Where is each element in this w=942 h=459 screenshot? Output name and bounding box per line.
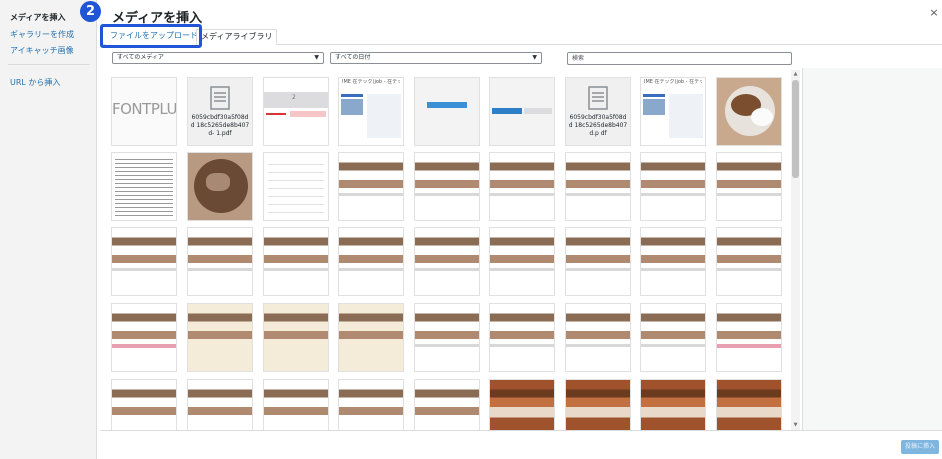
attachment-pdf[interactable]: 6059cbdf30a5f08dd 18c5265de8b407d- 1.pdf	[187, 77, 253, 146]
attachment-scanned-document[interactable]	[111, 152, 177, 221]
attachment-pdf[interactable]: 6059cbdf30a5f08dd 18c5265de8b407d.p df	[565, 77, 631, 146]
attachment-details-sidebar	[802, 68, 942, 430]
attachment-thumbnail[interactable]: FONTPLU	[111, 77, 177, 146]
attachment-page-screenshot[interactable]	[640, 379, 706, 430]
attachment-page-screenshot[interactable]	[640, 227, 706, 296]
attachment-page-screenshot[interactable]	[338, 227, 404, 296]
attachment-page-screenshot[interactable]	[111, 379, 177, 430]
media-modal: メディアを挿入 ギャラリーを作成 アイキャッチ画像 URL から挿入 2 メディ…	[0, 0, 942, 459]
search-input[interactable]: 検索	[567, 52, 792, 65]
attachment-page-screenshot[interactable]	[187, 379, 253, 430]
menu-item-insert-from-url[interactable]: URL から挿入	[10, 77, 60, 88]
attachment-page-screenshot[interactable]	[414, 227, 480, 296]
attachment-page-screenshot[interactable]	[565, 379, 631, 430]
attachment-page-screenshot[interactable]	[716, 303, 782, 372]
attachment-page-screenshot[interactable]	[716, 227, 782, 296]
attachment-thumbnail[interactable]: 2	[263, 77, 329, 146]
attachment-photo[interactable]	[716, 77, 782, 146]
attachments-grid: FONTPLU 6059cbdf30a5f08dd 18c5265de8b407…	[100, 68, 802, 430]
date-filter[interactable]: すべての日付 ▼	[330, 52, 542, 64]
attachment-page-screenshot[interactable]	[565, 303, 631, 372]
attachment-page-screenshot[interactable]	[263, 303, 329, 372]
attachment-filename: 6059cbdf30a5f08dd 18c5265de8b407d.p df	[568, 114, 628, 137]
menu-item-create-gallery[interactable]: ギャラリーを作成	[10, 29, 74, 40]
attachments-scrollbar[interactable]: ▲ ▼	[791, 70, 800, 430]
attachment-page-screenshot[interactable]	[489, 303, 555, 372]
attachment-thumbnail[interactable]: IME 在テック(job - 在テック/り パターン02	[338, 77, 404, 146]
thumbnail-caption: IME 在テック(job - 在テック/り パターン02	[342, 79, 400, 85]
attachment-page-screenshot[interactable]	[565, 227, 631, 296]
media-type-filter[interactable]: すべてのメディア ▼	[112, 52, 324, 64]
attachment-page-screenshot[interactable]	[489, 379, 555, 430]
attachment-page-screenshot[interactable]	[187, 303, 253, 372]
attachment-page-screenshot[interactable]	[716, 379, 782, 430]
step-number-badge: 2	[80, 1, 101, 22]
date-filter-value: すべての日付	[335, 54, 371, 61]
attachment-page-screenshot[interactable]	[338, 379, 404, 430]
attachment-page-screenshot[interactable]	[414, 303, 480, 372]
attachment-form-screenshot[interactable]	[263, 152, 329, 221]
attachment-page-screenshot[interactable]	[111, 303, 177, 372]
insert-into-post-button[interactable]: 投稿に挿入	[901, 440, 939, 454]
attachment-thumbnail[interactable]: IME 在テック(job - 在テック/り パターン02	[640, 77, 706, 146]
attachment-page-screenshot[interactable]	[640, 152, 706, 221]
attachment-page-screenshot[interactable]	[489, 227, 555, 296]
attachment-page-screenshot[interactable]	[640, 303, 706, 372]
attachment-page-screenshot[interactable]	[263, 379, 329, 430]
document-icon	[210, 86, 230, 110]
attachment-filename: 6059cbdf30a5f08dd 18c5265de8b407d- 1.pdf	[190, 114, 250, 137]
attachment-thumbnail[interactable]	[489, 77, 555, 146]
attachment-page-screenshot[interactable]	[716, 152, 782, 221]
menu-separator	[8, 64, 90, 65]
menu-item-featured-image[interactable]: アイキャッチ画像	[10, 45, 74, 56]
attachment-page-screenshot[interactable]	[338, 152, 404, 221]
chevron-down-icon: ▼	[314, 54, 319, 61]
media-type-filter-value: すべてのメディア	[117, 54, 164, 61]
thumbnail-caption: IME 在テック(job - 在テック/り パターン02	[644, 79, 702, 85]
document-icon	[588, 86, 608, 110]
attachment-page-screenshot[interactable]	[489, 152, 555, 221]
font-logo-image: FONTPLU	[112, 100, 177, 118]
media-menu: メディアを挿入 ギャラリーを作成 アイキャッチ画像 URL から挿入	[0, 0, 97, 459]
tab-media-library[interactable]: メディアライブラリ	[196, 29, 278, 45]
attachment-page-screenshot[interactable]	[414, 379, 480, 430]
attachment-page-screenshot[interactable]	[111, 227, 177, 296]
menu-title[interactable]: メディアを挿入	[10, 12, 65, 23]
scrollbar-thumb[interactable]	[792, 80, 799, 178]
close-icon[interactable]: ×	[928, 7, 940, 19]
attachment-page-screenshot[interactable]	[263, 227, 329, 296]
attachment-photo[interactable]	[187, 152, 253, 221]
attachment-page-screenshot[interactable]	[338, 303, 404, 372]
media-toolbar: 投稿に挿入	[100, 430, 942, 459]
scroll-up-arrow-icon[interactable]: ▲	[791, 71, 800, 77]
scroll-down-arrow-icon[interactable]: ▼	[791, 422, 800, 428]
attachment-thumbnail[interactable]	[414, 77, 480, 146]
chevron-down-icon: ▼	[532, 54, 537, 61]
highlight-annotation-box	[100, 24, 202, 48]
attachment-page-screenshot[interactable]	[414, 152, 480, 221]
slide-number: 2	[292, 94, 296, 101]
attachment-page-screenshot[interactable]	[187, 227, 253, 296]
attachment-page-screenshot[interactable]	[565, 152, 631, 221]
